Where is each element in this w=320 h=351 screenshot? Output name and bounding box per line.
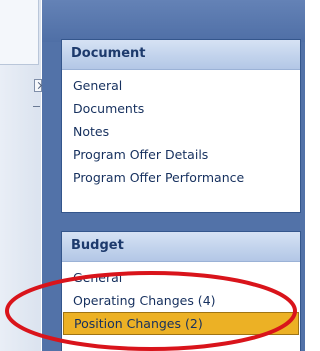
nav-item-operating-changes[interactable]: Operating Changes (4) bbox=[62, 289, 300, 312]
navigation-sidebar: Document General Documents Notes Program… bbox=[42, 0, 305, 351]
divider bbox=[33, 106, 40, 107]
section-header-budget[interactable]: Budget bbox=[62, 232, 300, 262]
left-pane bbox=[0, 0, 42, 351]
nav-item-program-offer-details[interactable]: Program Offer Details bbox=[62, 143, 300, 166]
nav-item-general[interactable]: General bbox=[62, 74, 300, 97]
budget-section: Budget General Operating Changes (4) Pos… bbox=[61, 231, 301, 351]
expand-arrow-icon[interactable] bbox=[34, 79, 42, 92]
document-section: Document General Documents Notes Program… bbox=[61, 39, 301, 213]
sidebar-header-bar bbox=[42, 0, 305, 42]
nav-item-notes[interactable]: Notes bbox=[62, 120, 300, 143]
nav-item-position-changes[interactable]: Position Changes (2) bbox=[63, 312, 299, 335]
nav-item-budget-general[interactable]: General bbox=[62, 266, 300, 289]
nav-item-program-offer-performance[interactable]: Program Offer Performance bbox=[62, 166, 300, 189]
nav-item-documents[interactable]: Documents bbox=[62, 97, 300, 120]
section-header-document[interactable]: Document bbox=[62, 40, 300, 70]
left-pane-panel bbox=[0, 0, 39, 65]
